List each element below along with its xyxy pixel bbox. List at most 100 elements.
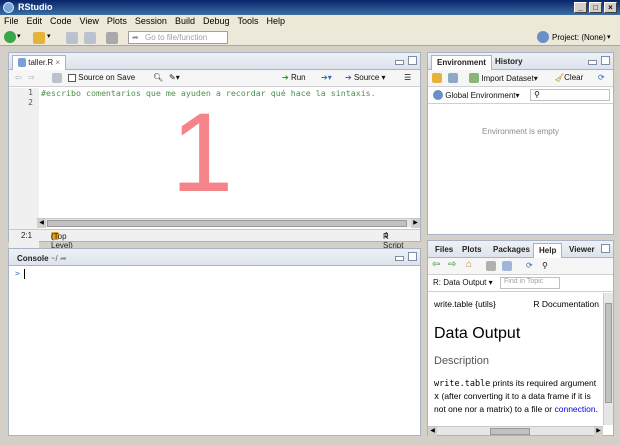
title-bar: RStudio _ □ × [0,0,620,15]
maximize-pane-icon[interactable] [408,252,417,261]
project-menu[interactable]: Project: (None) [552,33,606,42]
run-arrow-icon: ➔ [282,73,289,82]
maximize-pane-icon[interactable] [408,56,417,65]
tab-history[interactable]: History [490,55,528,70]
editor-statusbar: 2:1 (Top Level) ⇕ R Script ⇕ [9,229,420,250]
help-hscroll[interactable]: ◀ ▶ [428,426,603,436]
source-arrow-icon: ➔ [345,73,352,82]
back-arrow-icon[interactable]: ⇦ [432,259,440,270]
new-file-icon[interactable] [4,31,16,43]
help-document: write.table {utils} R Documentation Data… [428,293,603,425]
open-folder-icon[interactable] [33,32,45,44]
save-icon[interactable] [52,73,62,83]
magnifier-icon[interactable]: 🔍︎ [153,73,163,82]
minimize-button[interactable]: _ [574,2,587,13]
help-vscroll[interactable] [603,293,613,425]
menu-session[interactable]: Session [131,15,171,26]
menu-code[interactable]: Code [46,15,76,26]
save-icon[interactable] [66,32,78,44]
import-icon [469,73,479,83]
menu-build[interactable]: Build [171,15,199,26]
menu-file[interactable]: File [0,15,23,26]
open-dropdown-icon[interactable]: ▾ [47,32,51,40]
maximize-pane-icon[interactable] [601,244,610,253]
console-goto-icon[interactable]: ➦ [60,254,67,263]
scope-selector[interactable]: (Top Level) ⇕ [51,231,73,250]
editor-vscroll[interactable] [410,88,420,218]
window-title: RStudio [18,2,53,12]
magnifier-icon[interactable]: ⚲ [542,261,548,270]
scroll-thumb[interactable] [47,220,407,227]
scroll-left-icon[interactable]: ◀ [37,219,46,228]
menu-edit[interactable]: Edit [23,15,47,26]
tab-console[interactable]: Console ~/ ➦ [12,251,72,266]
back-arrow-icon[interactable]: ⇦ [15,73,22,82]
r-logo-icon [3,2,14,13]
menu-bar: File Edit Code View Plots Session Build Debug To… [0,15,620,29]
tab-files[interactable]: Files [430,243,458,258]
home-icon[interactable]: ⌂ [466,259,472,270]
minimize-pane-icon[interactable] [588,60,597,65]
forward-arrow-icon[interactable]: ⇨ [448,259,456,270]
refresh-icon[interactable]: ⟳ [598,73,605,82]
minimize-pane-icon[interactable] [395,60,404,65]
menu-plots[interactable]: Plots [103,15,131,26]
menu-tools[interactable]: Tools [234,15,263,26]
tab-taller-r[interactable]: taller.R × [12,55,67,70]
editor-hscroll[interactable]: ◀ ▶ [37,218,420,228]
wand-icon[interactable]: ✎▾ [169,73,180,82]
print-icon[interactable] [486,261,496,271]
run-button[interactable]: ➔ Run [282,73,306,82]
doc-heading: Data Output [434,325,521,342]
save-all-icon[interactable] [84,32,96,44]
minimize-pane-icon[interactable] [395,256,404,261]
menu-debug[interactable]: Debug [199,15,234,26]
line-number: 1 [28,88,33,97]
magnifier-icon: ⚲ [534,90,540,99]
scroll-right-icon[interactable]: ▶ [594,427,603,436]
new-file-dropdown-icon[interactable]: ▾ [17,32,21,40]
tab-viewer[interactable]: Viewer [564,243,600,258]
tab-plots[interactable]: Plots [457,243,487,258]
files-tabbar: Files Plots Packages Help Viewer [428,241,613,258]
outline-icon[interactable]: ☰ [404,73,411,82]
global-environment-dropdown[interactable]: Global Environment▾ [433,90,520,100]
forward-arrow-icon[interactable]: ⇨ [28,73,35,82]
rerun-icon[interactable]: ➔▾ [321,73,332,82]
maximize-pane-icon[interactable] [601,56,610,65]
r-logo-icon [433,90,443,100]
environment-search-input[interactable]: ⚲ [530,89,610,101]
source-pane: taller.R × ⇦ ⇨ Source on Save 🔍︎ ✎▾ ➔ Ru… [8,52,421,263]
tab-packages[interactable]: Packages [488,243,535,258]
open-folder-icon[interactable] [432,73,442,83]
close-tab-icon[interactable]: × [55,58,60,67]
menu-view[interactable]: View [76,15,103,26]
console-input[interactable]: > [9,266,420,435]
project-dropdown-icon[interactable]: ▾ [607,33,611,41]
file-type-selector[interactable]: R Script ⇕ [383,231,403,250]
save-icon[interactable] [448,73,458,83]
source-on-save-checkbox[interactable]: Source on Save [68,73,135,82]
scroll-right-icon[interactable]: ▶ [411,219,420,228]
goto-file-input[interactable]: ➦ Go to file/function [128,31,228,44]
maximize-button[interactable]: □ [589,2,602,13]
close-button[interactable]: × [604,2,617,13]
scroll-left-icon[interactable]: ◀ [428,427,437,436]
doc-description: write.table prints its required argument… [434,378,598,414]
tab-environment[interactable]: Environment [431,55,492,70]
topic-dropdown[interactable]: R: Data Output ▾ [433,278,493,287]
print-icon[interactable] [106,32,118,44]
refresh-icon[interactable]: ⟳ [526,261,533,270]
scroll-thumb[interactable] [490,428,530,435]
goto-arrow-icon: ➦ [132,33,139,42]
source-button[interactable]: ➔ Source ▾ [345,73,386,82]
open-window-icon[interactable] [502,261,512,271]
import-dataset-button[interactable]: Import Dataset▾ [469,73,538,83]
broom-icon: 🧹︎ [554,73,565,82]
connection-link[interactable]: connection [554,404,595,414]
menu-help[interactable]: Help [263,15,290,26]
tab-help[interactable]: Help [533,243,563,258]
find-in-topic-input[interactable]: Find in Topic [500,277,560,289]
scroll-thumb[interactable] [605,303,612,403]
clear-button[interactable]: 🧹︎Clear [554,73,583,82]
